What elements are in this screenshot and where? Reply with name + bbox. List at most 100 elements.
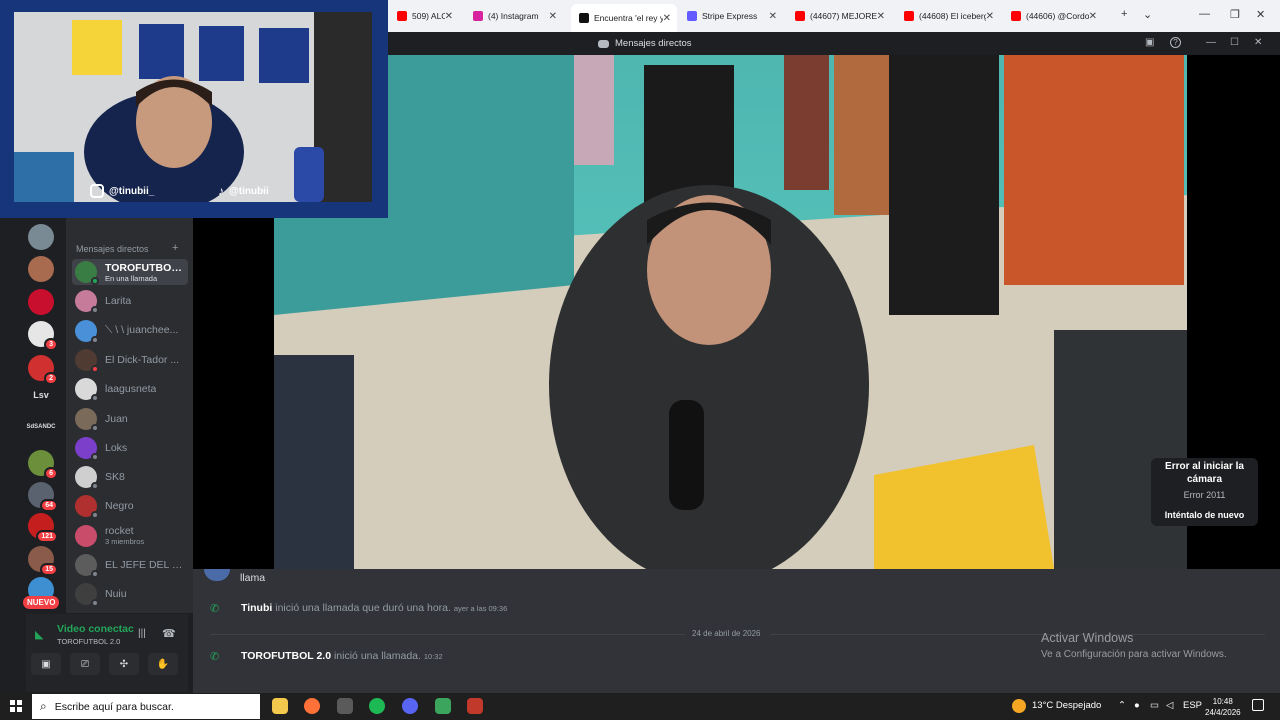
language-indicator[interactable]: ESP (1183, 700, 1202, 711)
discord-maximize-button[interactable]: ☐ (1230, 37, 1239, 48)
browser-tab[interactable]: (4) Instagram ✕ (465, 4, 563, 28)
mention-badge: 121 (36, 530, 58, 543)
network-icon[interactable]: ▭ (1150, 700, 1159, 711)
activation-title: Activar Windows (1041, 631, 1134, 645)
server-icon[interactable]: 121 (28, 513, 58, 543)
voice-status[interactable]: Video conectac (57, 623, 134, 635)
tab-title: Stripe Express (702, 11, 758, 21)
server-icon[interactable]: 64 (28, 482, 58, 512)
clock-time: 10:48 (1212, 697, 1233, 706)
avatar (75, 348, 99, 373)
server-icon[interactable]: SdSANDC (26, 424, 56, 430)
tiktok-icon: ♪ (218, 184, 224, 198)
windows-activation-watermark: Activar Windows Ve a Configuración para … (1041, 631, 1227, 660)
browser-tab[interactable]: Stripe Express ✕ (679, 4, 783, 28)
dm-text: Negro (105, 500, 134, 512)
camera-button[interactable]: ▣ (31, 653, 61, 675)
dm-name: Negro (105, 500, 134, 513)
app-icon[interactable] (435, 698, 451, 714)
weather-text[interactable]: 13°C Despejado (1032, 700, 1101, 711)
maximize-window-button[interactable]: ❐ (1230, 8, 1240, 21)
status-indicator (91, 364, 99, 373)
browser-tab[interactable]: Encuentra 'el rey ya ✕ (571, 4, 677, 32)
message-author[interactable]: TOROFUTBOL 2.0 (241, 650, 331, 662)
tab-close-icon[interactable]: ✕ (1089, 11, 1097, 22)
tab-close-icon[interactable]: ✕ (663, 13, 671, 24)
tab-close-icon[interactable]: ✕ (877, 11, 885, 22)
server-icon[interactable]: 6 (28, 450, 58, 480)
dm-item[interactable]: EL JEFE DEL M... (72, 552, 188, 578)
message-author[interactable]: Tinubi (241, 602, 272, 614)
dm-item[interactable]: Juan (72, 406, 188, 432)
weather-icon[interactable] (1012, 699, 1026, 713)
browser-tab[interactable]: (44606) @Cordobe✕ (1003, 4, 1103, 28)
camera-error-title: Error al iniciar la cámara (1165, 461, 1244, 485)
tab-close-icon[interactable]: ✕ (986, 11, 994, 22)
phone-call-icon: ✆ (210, 651, 220, 663)
dm-item[interactable]: Negro (72, 493, 188, 520)
file-explorer-icon[interactable] (272, 698, 288, 714)
server-icon[interactable] (28, 256, 54, 282)
tray-chevron-icon[interactable]: ⌃ (1118, 700, 1126, 711)
taskbar-search[interactable]: ⌕ Escribe aquí para buscar. (32, 694, 260, 719)
dm-item[interactable]: ⟍ \ \ juanchee... (72, 318, 188, 344)
dm-item[interactable]: Loks (72, 435, 188, 461)
streamer-webcam-overlay: @tinubii_ ♪ @tinubii (0, 0, 388, 218)
tab-close-icon[interactable]: ✕ (445, 11, 453, 22)
new-server-badge[interactable]: NUEVO (23, 596, 60, 609)
close-window-button[interactable]: ✕ (1256, 8, 1265, 21)
browser-tab[interactable]: (44607) MEJORES M✕ (787, 4, 891, 28)
help-icon[interactable]: ? (1170, 37, 1181, 48)
soundboard-button[interactable]: ✋ (148, 653, 178, 675)
minimize-window-button[interactable]: — (1199, 8, 1210, 20)
tab-close-icon[interactable]: ✕ (549, 11, 557, 22)
dm-item[interactable]: El Dick-Tador ... (72, 347, 188, 373)
activities-button[interactable]: ✣ (109, 653, 139, 675)
browser-tab[interactable]: (44608) El iceberg d✕ (896, 4, 1000, 28)
status-indicator (91, 599, 99, 608)
dm-item[interactable]: TOROFUTBOL ... En una llamada (72, 259, 188, 285)
tab-close-icon[interactable]: ✕ (769, 11, 777, 22)
windows-start-icon[interactable] (10, 700, 22, 712)
dm-item[interactable]: SK8 (72, 464, 188, 491)
app-icon[interactable] (467, 698, 483, 714)
discord-minimize-button[interactable]: — (1206, 37, 1216, 48)
video-frame-illustration (274, 55, 1187, 569)
server-icon[interactable]: 3 (28, 321, 58, 351)
discord-close-button[interactable]: ✕ (1254, 37, 1262, 48)
dm-item[interactable]: laagusneta (72, 376, 188, 403)
noise-suppression-icon[interactable]: ||| (138, 628, 146, 639)
server-icon[interactable] (28, 224, 54, 250)
browser-tab[interactable]: 509) ALCOHOLI✕ (389, 4, 459, 28)
signal-icon[interactable]: ◣ (35, 628, 43, 641)
tab-search-icon[interactable]: ⌄ (1143, 8, 1152, 21)
dm-name: Loks (105, 441, 128, 454)
server-icon[interactable] (28, 289, 54, 315)
microphone-icon[interactable]: ● (1134, 700, 1140, 711)
avatar (75, 583, 99, 608)
screen-share-button[interactable]: ⎚ (70, 653, 100, 675)
taskbar-clock[interactable]: 10:48 24/4/2026 (1205, 696, 1241, 718)
new-tab-button[interactable]: + (1121, 8, 1127, 20)
participant-video[interactable] (274, 55, 1187, 569)
camera-retry-button[interactable]: Inténtalo de nuevo (1151, 510, 1258, 520)
inbox-icon[interactable]: ▣ (1145, 37, 1154, 48)
volume-icon[interactable]: ◁ (1166, 700, 1173, 711)
spotify-icon[interactable] (369, 698, 385, 714)
disconnect-icon[interactable]: ☎ (162, 627, 176, 640)
app-icon[interactable] (337, 698, 353, 714)
server-icon[interactable]: 2 (28, 355, 58, 385)
new-dm-button[interactable]: + (172, 242, 178, 254)
dm-item[interactable]: rocket 3 miembros (72, 523, 188, 549)
tab-favicon-icon (687, 11, 697, 21)
server-icon[interactable]: Lsv (26, 390, 56, 400)
dm-text: ⟍ \ \ juanchee... (105, 324, 178, 337)
message-time: ayer a las 09:36 (453, 604, 508, 613)
discord-taskbar-icon[interactable] (402, 698, 418, 714)
firefox-icon[interactable] (304, 698, 320, 714)
notification-icon[interactable] (1252, 699, 1264, 711)
dm-item[interactable]: Larita (72, 288, 188, 315)
dm-item[interactable]: Nuiu (72, 581, 188, 608)
server-icon[interactable]: 15 (28, 546, 58, 576)
dm-text: Larita (105, 295, 131, 307)
